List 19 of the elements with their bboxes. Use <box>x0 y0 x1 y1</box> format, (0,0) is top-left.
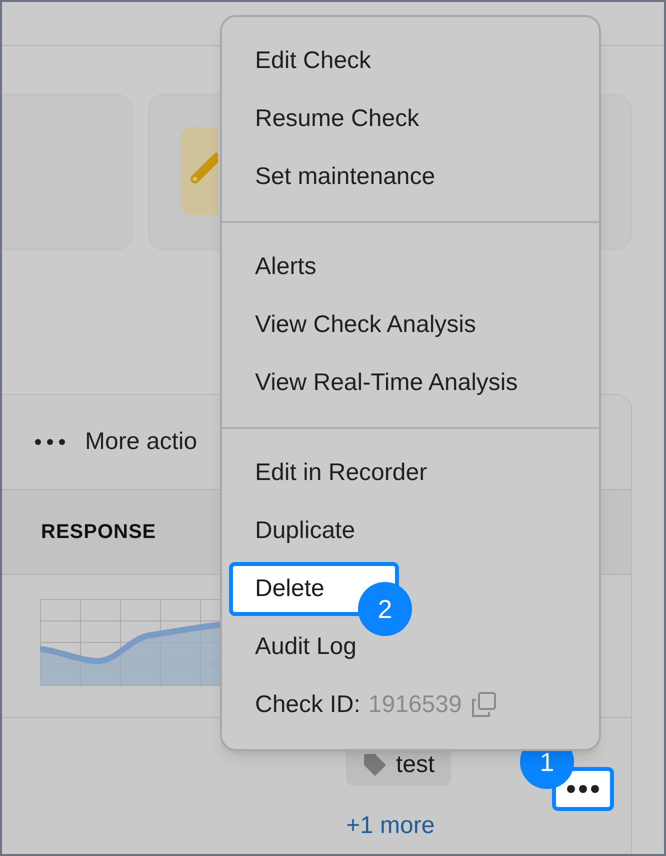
menu-item[interactable]: Set maintenance <box>255 159 436 195</box>
column-header: RESPONSE <box>41 520 156 545</box>
ellipsis-icon <box>35 439 65 445</box>
menu-item[interactable]: Edit Check <box>255 43 372 79</box>
more-actions-button[interactable]: More actio <box>85 424 198 460</box>
tag-icon <box>362 752 388 778</box>
menu-item[interactable]: Audit Log <box>255 629 356 665</box>
ellipsis-icon <box>567 785 599 793</box>
step-badge: 2 <box>358 582 412 636</box>
check-id-value: 1916539 <box>368 690 462 720</box>
wrench-icon <box>181 127 218 215</box>
check-id-label: Check ID: <box>255 690 360 720</box>
menu-item[interactable]: Resume Check <box>255 101 420 137</box>
menu-item[interactable]: View Check Analysis <box>255 307 476 343</box>
menu-item[interactable]: Alerts <box>255 249 316 285</box>
menu-item[interactable]: View Real-Time Analysis <box>255 365 518 401</box>
more-tags-link[interactable]: +1 more <box>346 808 435 844</box>
menu-item[interactable]: Duplicate <box>255 513 356 549</box>
menu-item[interactable]: Edit in Recorder <box>255 455 428 491</box>
